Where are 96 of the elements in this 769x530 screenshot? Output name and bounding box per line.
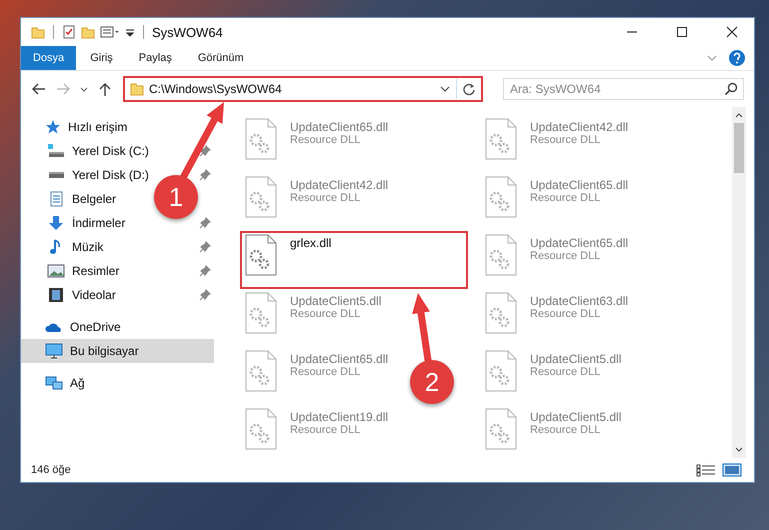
monitor-icon [45, 343, 63, 359]
file-item[interactable]: UpdateClient5.dll Resource DLL [480, 405, 626, 453]
large-icons-view-icon[interactable] [722, 463, 742, 477]
pin-icon[interactable] [199, 169, 211, 181]
film-icon [47, 287, 65, 303]
file-item[interactable]: UpdateClient5.dll Resource DLL [240, 289, 386, 337]
file-item[interactable]: UpdateClient65.dll Resource DLL [480, 231, 632, 279]
pin-icon[interactable] [199, 265, 211, 277]
close-icon [726, 26, 738, 38]
item-count: 146 öğe [31, 464, 71, 476]
file-type: Resource DLL [290, 308, 362, 320]
search-icon[interactable] [724, 82, 738, 96]
settings-file-icon [244, 176, 278, 218]
details-view-icon[interactable] [696, 463, 716, 477]
sidebar-item[interactable]: Resimler [21, 259, 120, 283]
file-type: Resource DLL [290, 424, 362, 436]
sidebar-item[interactable]: Bu bilgisayar [21, 339, 214, 363]
file-name: UpdateClient42.dll [290, 178, 388, 192]
file-item[interactable]: UpdateClient42.dll Resource DLL [480, 115, 632, 163]
refresh-icon[interactable] [462, 82, 476, 96]
file-name: grlex.dll [290, 236, 332, 250]
file-type: Resource DLL [290, 192, 362, 204]
sidebar-item[interactable]: İndirmeler [21, 211, 126, 235]
window-title: SysWOW64 [152, 24, 223, 40]
view-dropdown-icon[interactable] [100, 25, 120, 39]
sidebar-item[interactable]: Yerel Disk (C:) [21, 139, 149, 163]
ribbon-tab[interactable]: Dosya [21, 46, 76, 70]
settings-file-icon [484, 118, 518, 160]
back-arrow-icon[interactable] [31, 81, 47, 97]
file-item[interactable]: UpdateClient5.dll Resource DLL [480, 347, 626, 395]
file-item[interactable]: grlex.dll [240, 231, 468, 289]
annotation-arrow [412, 293, 432, 364]
file-name: UpdateClient65.dll [290, 120, 388, 134]
network-icon [45, 375, 63, 391]
file-item[interactable]: UpdateClient42.dll Resource DLL [240, 173, 392, 221]
pin-icon[interactable] [199, 241, 211, 253]
file-name: UpdateClient65.dll [530, 236, 628, 250]
settings-file-icon [484, 408, 518, 450]
drive-icon [47, 172, 65, 178]
chevron-up-icon[interactable] [734, 111, 744, 119]
file-type: Resource DLL [290, 134, 362, 146]
sidebar-item[interactable]: Belgeler [21, 187, 116, 211]
scrollbar[interactable] [732, 107, 746, 458]
file-item[interactable]: UpdateClient65.dll Resource DLL [240, 115, 392, 163]
pin-icon[interactable] [199, 217, 211, 229]
folder-icon [130, 82, 144, 96]
file-type: Resource DLL [530, 366, 602, 378]
settings-file-icon [244, 292, 278, 334]
up-arrow-icon[interactable] [97, 81, 113, 97]
file-name: UpdateClient65.dll [530, 178, 628, 192]
sidebar-item[interactable]: Hızlı erişim [21, 115, 128, 139]
file-name: UpdateClient63.dll [530, 294, 628, 308]
file-item[interactable]: UpdateClient65.dll Resource DLL [240, 347, 392, 395]
file-name: UpdateClient19.dll [290, 410, 388, 424]
scrollbar-thumb[interactable] [734, 123, 744, 173]
settings-file-icon [484, 292, 518, 334]
picture-icon [47, 263, 65, 279]
sidebar-item[interactable]: OneDrive [21, 315, 121, 339]
settings-file-icon [484, 350, 518, 392]
file-item[interactable]: UpdateClient65.dll Resource DLL [480, 173, 632, 221]
file-item[interactable]: UpdateClient19.dll Resource DLL [240, 405, 392, 453]
help-icon[interactable] [728, 49, 746, 67]
settings-file-icon [244, 118, 278, 160]
search-field[interactable]: Ara: SysWOW64 [503, 78, 744, 100]
file-type: Resource DLL [530, 192, 602, 204]
pin-icon[interactable] [199, 145, 211, 157]
file-name: UpdateClient5.dll [530, 352, 622, 366]
file-type: Resource DLL [290, 366, 362, 378]
file-name: UpdateClient42.dll [530, 120, 628, 134]
download-arrow-icon [47, 215, 65, 231]
sidebar-item[interactable]: Yerel Disk (D:) [21, 163, 149, 187]
star-icon [45, 119, 61, 135]
file-type: Resource DLL [530, 134, 602, 146]
properties-icon[interactable] [62, 25, 76, 39]
pin-icon[interactable] [199, 289, 211, 301]
address-bar[interactable]: C:\Windows\SysWOW64 [123, 76, 483, 102]
settings-file-icon [244, 408, 278, 450]
settings-file-icon [484, 176, 518, 218]
file-name: UpdateClient5.dll [530, 410, 622, 424]
sidebar-item[interactable]: Videolar [21, 283, 116, 307]
cloud-icon [45, 321, 63, 333]
sidebar-item[interactable]: Ağ [21, 371, 85, 395]
maximize-icon [676, 26, 688, 38]
settings-file-icon [484, 234, 518, 276]
settings-file-icon [244, 350, 278, 392]
file-name: UpdateClient5.dll [290, 294, 382, 308]
chevron-down-icon[interactable] [734, 446, 744, 454]
file-name: UpdateClient65.dll [290, 352, 388, 366]
drive-icon [47, 144, 65, 158]
file-type: Resource DLL [530, 424, 602, 436]
sidebar-item[interactable]: Müzik [21, 235, 104, 259]
file-type: Resource DLL [530, 250, 602, 262]
file-item[interactable]: UpdateClient63.dll Resource DLL [480, 289, 632, 337]
file-type: Resource DLL [530, 308, 602, 320]
address-path: C:\Windows\SysWOW64 [149, 82, 282, 96]
settings-file-icon [244, 234, 278, 276]
